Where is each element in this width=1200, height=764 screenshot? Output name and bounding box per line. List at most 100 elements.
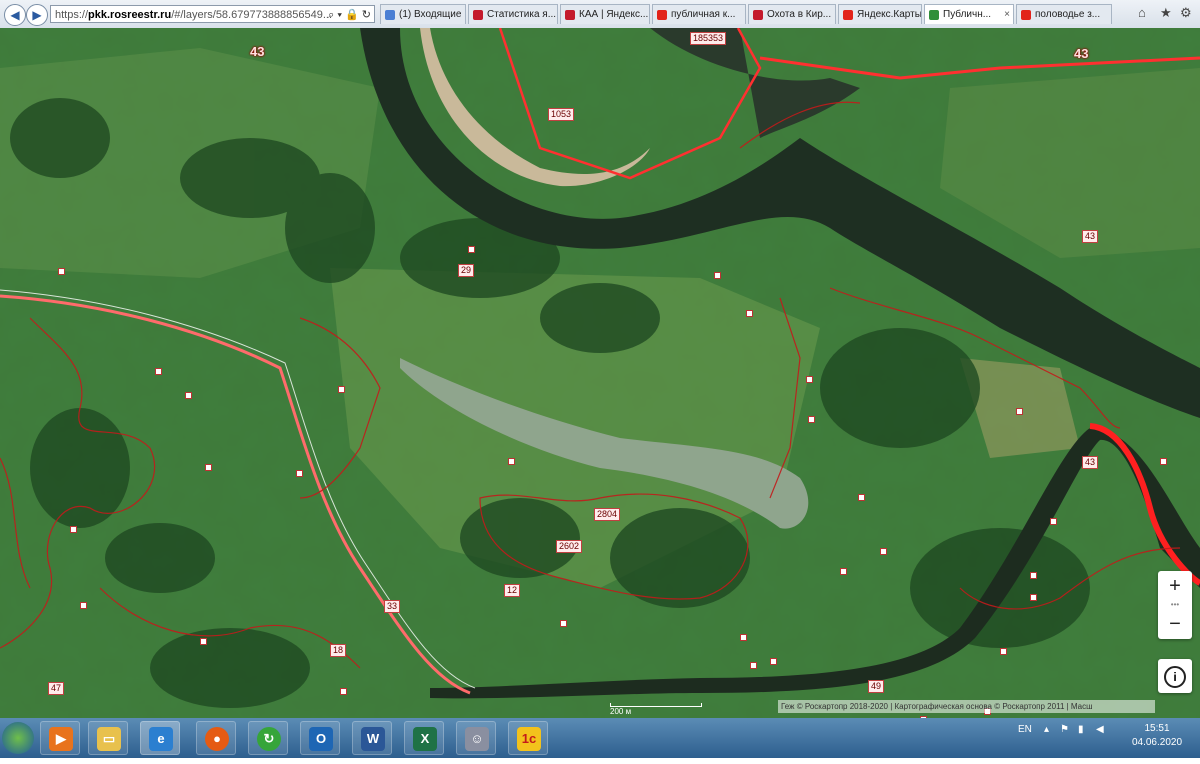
- parcel-label[interactable]: 47: [48, 682, 65, 695]
- language-indicator[interactable]: EN: [1018, 724, 1032, 735]
- parcel-marker[interactable]: [508, 458, 515, 465]
- browser-tab[interactable]: половодье з...: [1016, 4, 1112, 24]
- clock[interactable]: 15:51 04.06.2020: [1120, 722, 1194, 750]
- home-icon[interactable]: ⌂: [1138, 5, 1146, 20]
- parcel-marker[interactable]: [200, 638, 207, 645]
- parcel-marker[interactable]: [155, 368, 162, 375]
- taskbar-1c[interactable]: 1c: [508, 721, 548, 755]
- parcel-label[interactable]: 33: [384, 600, 401, 613]
- taskbar-internet-explorer[interactable]: e: [140, 721, 180, 755]
- parcel-marker[interactable]: [1030, 572, 1037, 579]
- taskbar-firefox[interactable]: ●: [196, 721, 236, 755]
- clock-time: 15:51: [1144, 723, 1170, 734]
- tab-title: Яндекс.Карты: [857, 9, 922, 20]
- parcel-marker[interactable]: [296, 470, 303, 477]
- network-icon[interactable]: ▮: [1078, 724, 1084, 735]
- parcel-label[interactable]: 2804: [594, 508, 621, 521]
- tab-title: Статистика я...: [487, 9, 557, 20]
- bottom-strip: [0, 758, 1200, 764]
- parcel-label[interactable]: 1053: [548, 108, 575, 121]
- tab-favicon-icon: [385, 10, 395, 20]
- browser-tab[interactable]: публичная к...: [652, 4, 746, 24]
- map-attribution: Геж © Роскартопр 2018-2020 | Картографич…: [778, 700, 1155, 713]
- forward-button[interactable]: ▶: [26, 4, 48, 26]
- scale-bar: 200 м: [610, 703, 702, 716]
- tab-favicon-icon: [473, 10, 483, 20]
- browser-tab[interactable]: Яндекс.Карты: [838, 4, 922, 24]
- address-bar[interactable]: https://pkk.rosreestr.ru/#/layers/58.679…: [50, 5, 375, 23]
- tab-favicon-icon: [753, 10, 763, 20]
- parcel-label[interactable]: 29: [458, 264, 475, 277]
- parcel-label[interactable]: 185353: [690, 32, 727, 45]
- settings-icon[interactable]: ⚙: [1180, 5, 1192, 21]
- parcel-marker[interactable]: [746, 310, 753, 317]
- browser-tab[interactable]: (1) Входящие: [380, 4, 466, 24]
- parcel-marker[interactable]: [1016, 408, 1023, 415]
- clock-date: 04.06.2020: [1131, 737, 1183, 748]
- taskbar-excel[interactable]: X: [404, 721, 444, 755]
- parcel-marker[interactable]: [70, 526, 77, 533]
- url-domain: pkk.rosreestr.ru: [88, 9, 172, 21]
- parcel-marker[interactable]: [806, 376, 813, 383]
- back-button[interactable]: ◀: [4, 4, 26, 26]
- taskbar-avatar-app[interactable]: ☺: [456, 721, 496, 755]
- zoom-in-button[interactable]: +: [1158, 571, 1192, 601]
- taskbar-media-player[interactable]: ▶: [40, 721, 80, 755]
- parcel-marker[interactable]: [1160, 458, 1167, 465]
- parcel-marker[interactable]: [880, 548, 887, 555]
- parcel-marker[interactable]: [1050, 518, 1057, 525]
- parcel-marker[interactable]: [1030, 594, 1037, 601]
- parcel-marker[interactable]: [714, 272, 721, 279]
- scale-label: 200 м: [610, 707, 632, 716]
- parcel-label[interactable]: 18: [330, 644, 347, 657]
- info-icon: i: [1164, 666, 1186, 688]
- parcel-marker[interactable]: [80, 602, 87, 609]
- parcel-label[interactable]: 43: [1072, 47, 1090, 60]
- parcel-marker[interactable]: [338, 386, 345, 393]
- tab-title: Публичн...: [943, 9, 992, 20]
- parcel-marker[interactable]: [840, 568, 847, 575]
- parcel-label[interactable]: 43: [1082, 230, 1099, 243]
- url-prefix: https://: [55, 9, 89, 21]
- tab-title: КАА | Яндекс...: [579, 9, 649, 20]
- parcel-marker[interactable]: [58, 268, 65, 275]
- browser-tab[interactable]: Публичн... ×: [924, 4, 1014, 24]
- browser-tab[interactable]: Статистика я...: [468, 4, 558, 24]
- parcel-marker[interactable]: [340, 688, 347, 695]
- parcel-marker[interactable]: [740, 634, 747, 641]
- parcel-label[interactable]: 2602: [556, 540, 583, 553]
- tab-title: публичная к...: [671, 9, 736, 20]
- parcel-marker[interactable]: [808, 416, 815, 423]
- zoom-dots[interactable]: •••: [1158, 601, 1192, 609]
- favorites-icon[interactable]: ★: [1160, 5, 1172, 21]
- info-button[interactable]: i: [1158, 659, 1192, 693]
- start-button[interactable]: [2, 722, 34, 754]
- parcel-label[interactable]: 12: [504, 584, 521, 597]
- taskbar-outlook[interactable]: O: [300, 721, 340, 755]
- taskbar-file-explorer[interactable]: ▭: [88, 721, 128, 755]
- parcel-label[interactable]: 49: [868, 680, 885, 693]
- browser-tab[interactable]: Охота в Кир...: [748, 4, 836, 24]
- volume-icon[interactable]: ◀: [1096, 724, 1104, 735]
- parcel-label[interactable]: 43: [1082, 456, 1099, 469]
- address-controls[interactable]: ⌕ ▾ 🔒 ↻: [328, 6, 371, 22]
- tab-close-icon[interactable]: ×: [1004, 5, 1010, 24]
- parcel-marker[interactable]: [1000, 648, 1007, 655]
- zoom-out-button[interactable]: −: [1158, 609, 1192, 639]
- tray-up-arrow-icon[interactable]: ▴: [1044, 724, 1049, 735]
- parcel-marker[interactable]: [185, 392, 192, 399]
- parcel-label[interactable]: 43: [248, 45, 266, 58]
- parcel-marker[interactable]: [750, 662, 757, 669]
- browser-tab[interactable]: КАА | Яндекс...: [560, 4, 650, 24]
- parcel-marker[interactable]: [770, 658, 777, 665]
- taskbar-word[interactable]: W: [352, 721, 392, 755]
- parcel-marker[interactable]: [560, 620, 567, 627]
- flag-icon[interactable]: ⚑: [1060, 724, 1069, 735]
- parcel-marker[interactable]: [468, 246, 475, 253]
- taskbar-green-app[interactable]: ↻: [248, 721, 288, 755]
- map-view[interactable]: 43 185353 43 1053 43 43 12 2804 2602 33 18 47 49 29 2…: [0, 28, 1200, 718]
- parcel-marker[interactable]: [858, 494, 865, 501]
- satellite-imagery: [0, 28, 1200, 718]
- url-path: /#/layers/58.679773888856549...: [171, 9, 333, 21]
- parcel-marker[interactable]: [205, 464, 212, 471]
